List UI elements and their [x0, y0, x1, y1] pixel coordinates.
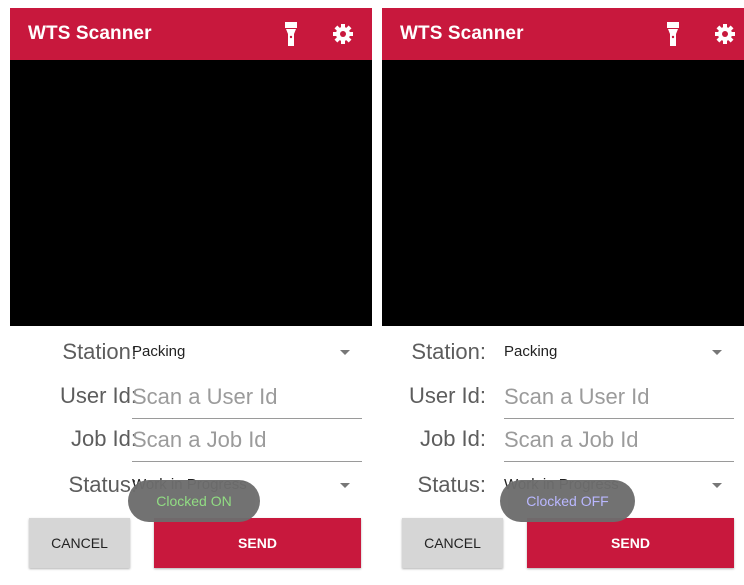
- dropdown-arrow-icon: [712, 483, 722, 488]
- cancel-button[interactable]: CANCEL: [402, 518, 503, 568]
- job-id-underline: [132, 461, 362, 462]
- job-id-placeholder: Scan a Job Id: [132, 427, 267, 452]
- station-label: Station:: [411, 339, 486, 364]
- app-bar-actions: [662, 21, 736, 47]
- user-id-placeholder: Scan a User Id: [132, 384, 278, 409]
- dropdown-arrow-icon: [340, 350, 350, 355]
- user-id-underline: [504, 418, 734, 419]
- app-bar-actions: [280, 21, 354, 47]
- user-id-underline: [132, 418, 362, 419]
- app-bar: WTS Scanner: [10, 8, 372, 60]
- job-id-row: Job Id: Scan a Job Id: [10, 420, 372, 462]
- user-id-input[interactable]: Scan a User Id: [504, 377, 734, 419]
- camera-preview[interactable]: [382, 60, 744, 326]
- send-button[interactable]: SEND: [154, 518, 361, 568]
- right-screen: WTS Scanner Station: Packing User Id: Sc…: [382, 0, 744, 585]
- cancel-button[interactable]: CANCEL: [29, 518, 130, 568]
- station-row: Station: Packing: [382, 333, 744, 373]
- user-id-row: User Id: Scan a User Id: [382, 377, 744, 419]
- job-id-underline: [504, 461, 734, 462]
- user-id-input[interactable]: Scan a User Id: [132, 377, 362, 419]
- status-label: Status:: [68, 472, 137, 497]
- job-id-label: Job Id:: [419, 426, 486, 451]
- toast-message: Clocked ON: [128, 480, 260, 522]
- dropdown-arrow-icon: [340, 483, 350, 488]
- toast-message: Clocked OFF: [500, 480, 635, 522]
- dropdown-arrow-icon: [712, 350, 722, 355]
- user-id-label: User Id:: [408, 383, 486, 408]
- job-id-input[interactable]: Scan a Job Id: [132, 420, 362, 462]
- settings-gear-icon[interactable]: [332, 21, 354, 47]
- app-bar: WTS Scanner: [382, 8, 744, 60]
- camera-preview[interactable]: [10, 60, 372, 326]
- flashlight-icon[interactable]: [280, 21, 302, 47]
- station-dropdown[interactable]: Packing: [504, 333, 734, 373]
- job-id-input[interactable]: Scan a Job Id: [504, 420, 734, 462]
- job-id-label: Job Id:: [70, 426, 137, 451]
- station-dropdown[interactable]: Packing: [132, 333, 362, 373]
- app-title: WTS Scanner: [400, 23, 524, 44]
- station-label: Station:: [62, 339, 137, 364]
- station-value: Packing: [504, 343, 558, 360]
- station-value: Packing: [132, 343, 186, 360]
- user-id-row: User Id: Scan a User Id: [10, 377, 372, 419]
- status-label: Status:: [417, 472, 486, 497]
- flashlight-icon[interactable]: [662, 21, 684, 47]
- user-id-label: User Id:: [59, 383, 137, 408]
- settings-gear-icon[interactable]: [714, 21, 736, 47]
- station-row: Station: Packing: [10, 333, 372, 373]
- left-screen: WTS Scanner Station: Packing User Id: Sc…: [0, 0, 372, 585]
- job-id-placeholder: Scan a Job Id: [504, 427, 639, 452]
- send-button[interactable]: SEND: [527, 518, 734, 568]
- job-id-row: Job Id: Scan a Job Id: [382, 420, 744, 462]
- app-title: WTS Scanner: [28, 23, 152, 44]
- user-id-placeholder: Scan a User Id: [504, 384, 650, 409]
